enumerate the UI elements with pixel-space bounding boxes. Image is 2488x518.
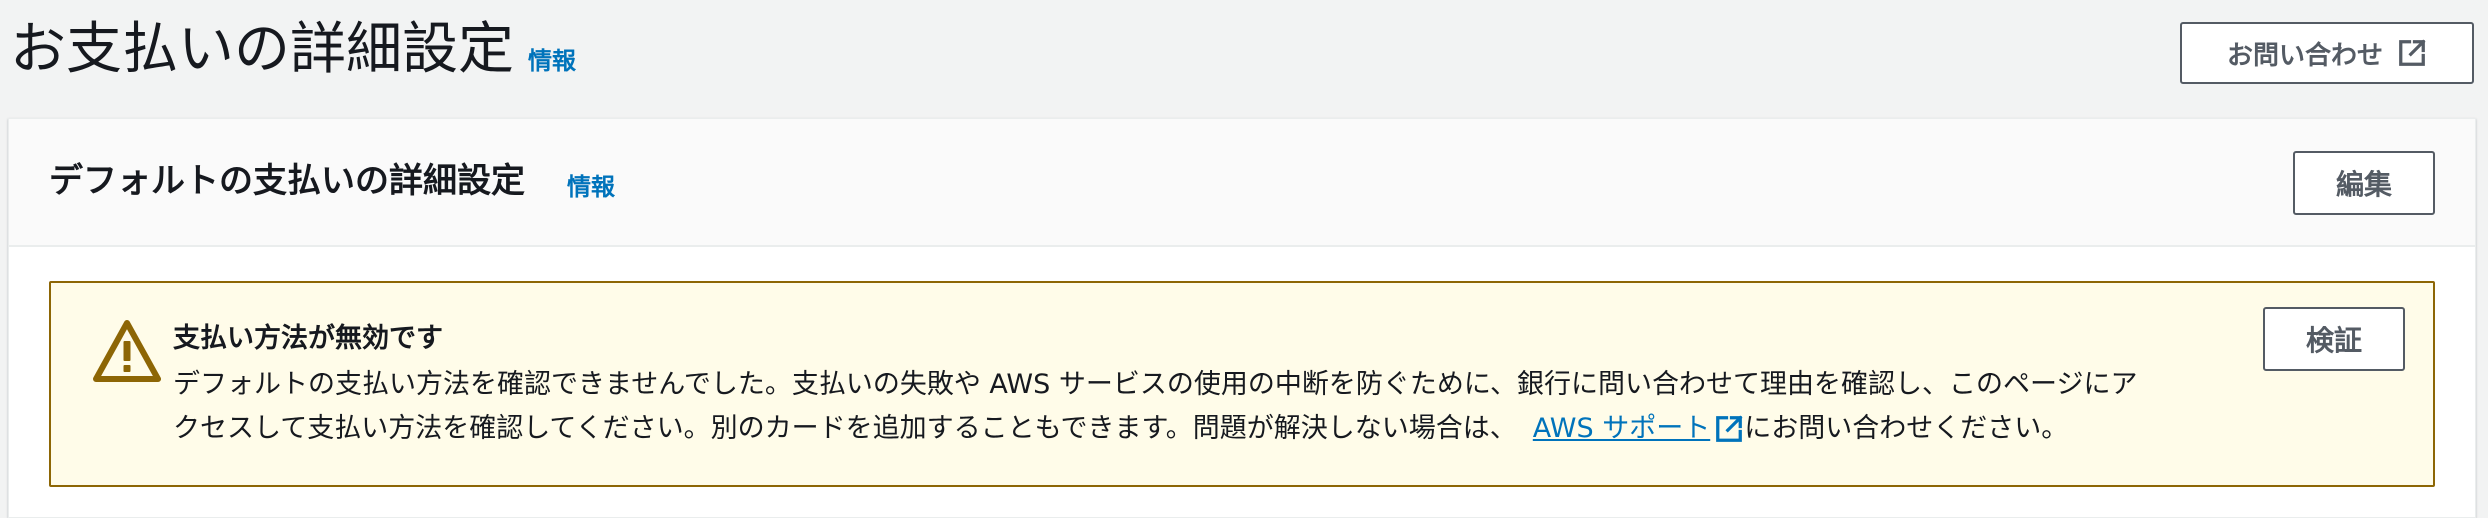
contact-us-button[interactable]: お問い合わせ bbox=[2180, 22, 2474, 84]
card-info-link[interactable]: 情報 bbox=[567, 171, 615, 203]
invalid-payment-alert: 支払い方法が無効です デフォルトの支払い方法を確認できませんでした。支払いの失敗… bbox=[49, 281, 2435, 487]
aws-support-link-label: AWS サポート bbox=[1532, 413, 1711, 444]
alert-message-line-2: クセスして支払い方法を確認してください。別のカードを追加することもできます。問題… bbox=[173, 407, 2263, 451]
alert-message: デフォルトの支払い方法を確認できませんでした。支払いの失敗や AWS サービスの… bbox=[173, 363, 2263, 451]
contact-us-label: お問い合わせ bbox=[2226, 40, 2383, 71]
alert-message-line-2-suffix: にお問い合わせください。 bbox=[1744, 413, 2069, 444]
page-header: お支払いの詳細設定 情報 お問い合わせ bbox=[0, 0, 2488, 118]
page-title: お支払いの詳細設定 bbox=[10, 17, 514, 82]
alert-title: 支払い方法が無効です bbox=[173, 323, 443, 354]
external-link-icon bbox=[1714, 414, 1744, 444]
card-title: デフォルトの支払いの詳細設定 bbox=[49, 161, 525, 201]
alert-message-line-2-prefix: クセスして支払い方法を確認してください。別のカードを追加することもできます。問題… bbox=[173, 413, 1517, 444]
edit-button[interactable]: 編集 bbox=[2293, 151, 2435, 215]
verify-button[interactable]: 検証 bbox=[2263, 307, 2405, 371]
aws-support-link[interactable]: AWS サポート bbox=[1533, 407, 1744, 451]
external-link-icon bbox=[2397, 38, 2427, 68]
page-info-link[interactable]: 情報 bbox=[528, 45, 576, 77]
alert-message-line-1: デフォルトの支払い方法を確認できませんでした。支払いの失敗や AWS サービスの… bbox=[173, 369, 2138, 400]
payment-preferences-card: デフォルトの支払いの詳細設定 情報 編集 支払い方法が無効です デフォルトの支払… bbox=[8, 118, 2476, 518]
warning-icon bbox=[93, 319, 161, 383]
card-header: デフォルトの支払いの詳細設定 情報 編集 bbox=[9, 119, 2475, 247]
